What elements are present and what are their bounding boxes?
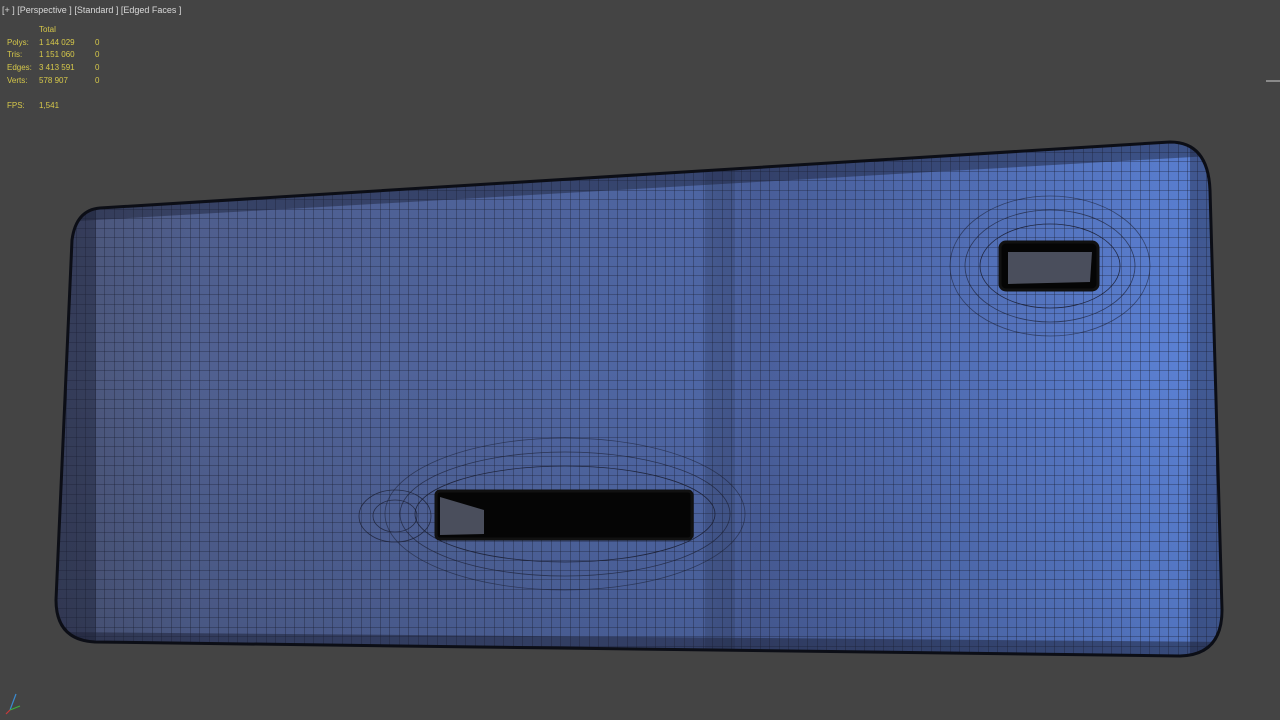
perspective-viewport[interactable]: [+ ] [Perspective ] [Standard ] [Edged F… (0, 0, 1280, 720)
viewport-edge-marker (1266, 80, 1280, 82)
mesh-object[interactable] (0, 0, 1280, 720)
xyz-axis-icon (5, 693, 21, 715)
mesh-panel[interactable] (0, 0, 1280, 720)
